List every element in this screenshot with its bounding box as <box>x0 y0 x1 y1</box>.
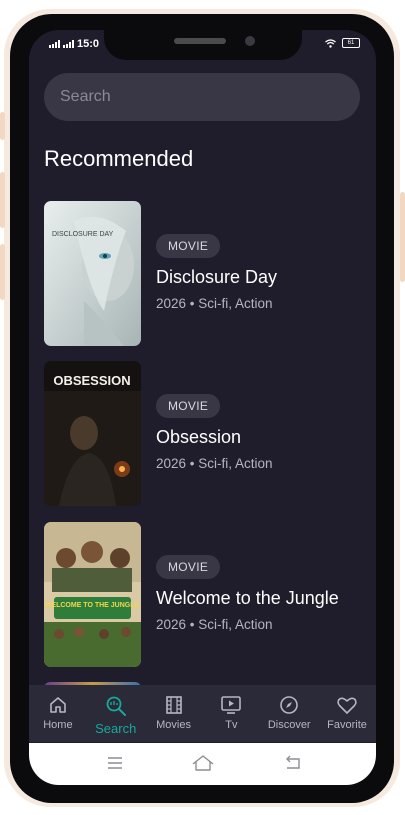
movie-poster[interactable]: OBSESSION <box>44 361 141 506</box>
back-icon[interactable] <box>283 755 303 771</box>
earpiece-speaker <box>174 38 226 44</box>
bottom-navigation: Home Search Movies Tv Discover Favorite <box>29 685 376 742</box>
type-badge: MOVIE <box>156 394 221 418</box>
app-screen: 15:0 61 Search Recommended DISCLOSURE DA… <box>29 30 376 785</box>
camera-notch <box>104 30 302 60</box>
home-icon <box>50 697 66 713</box>
search-input[interactable]: Search <box>44 73 360 121</box>
tv-icon <box>221 696 242 714</box>
type-badge: MOVIE <box>156 555 221 579</box>
power-button <box>400 192 405 282</box>
movie-meta: 2026 • Sci-fi, Action <box>156 296 273 311</box>
movie-card[interactable]: DISCLOSURE DAY MOVIE Disclosure Day 2026… <box>44 201 364 347</box>
recents-icon[interactable] <box>107 756 123 770</box>
movie-meta: 2026 • Sci-fi, Action <box>156 456 273 471</box>
section-title: Recommended <box>44 146 194 171</box>
movie-poster[interactable]: DISCLOSURE DAY <box>44 201 141 346</box>
movie-meta: 2026 • Sci-fi, Action <box>156 617 273 632</box>
poster-title-text: DISCLOSURE DAY <box>52 231 114 238</box>
movie-poster[interactable]: WELCOME TO THE JUNGLE <box>44 522 141 667</box>
status-bar-right: 61 <box>325 38 360 48</box>
system-navigation-bar <box>29 743 376 785</box>
front-camera <box>245 36 255 46</box>
battery-icon: 61 <box>342 38 360 48</box>
nav-label: Movies <box>156 719 191 731</box>
movie-card[interactable]: WELCOME TO THE JUNGLE MOVIE Welcome to t… <box>44 522 364 668</box>
nav-discover[interactable]: Discover <box>261 685 318 731</box>
nav-label: Favorite <box>327 719 367 731</box>
side-button <box>0 244 5 300</box>
film-icon <box>165 696 182 714</box>
nav-favorite[interactable]: Favorite <box>319 685 376 731</box>
search-icon <box>106 696 126 716</box>
nav-label: Home <box>43 719 73 731</box>
nav-label: Tv <box>225 719 238 731</box>
wifi-icon <box>325 38 336 48</box>
nav-home[interactable]: Home <box>29 685 86 731</box>
type-badge: MOVIE <box>156 234 221 258</box>
signal-icon <box>49 40 60 48</box>
movie-title[interactable]: Disclosure Day <box>156 267 277 288</box>
home-button-icon[interactable] <box>191 754 215 772</box>
side-button <box>0 112 5 140</box>
poster-title-text: WELCOME TO THE JUNGLE <box>45 602 140 609</box>
nav-label: Search <box>95 721 137 736</box>
side-button <box>0 172 5 228</box>
movie-title[interactable]: Obsession <box>156 427 241 448</box>
status-bar-left: 15:0 <box>49 38 99 50</box>
compass-icon <box>280 696 299 714</box>
heart-icon <box>337 697 357 714</box>
nav-tv[interactable]: Tv <box>203 685 260 731</box>
poster-title-text: OBSESSION <box>53 373 130 388</box>
movie-card[interactable]: OBSESSION MOVIE Obsession 2026 • Sci-fi,… <box>44 361 364 507</box>
movie-title[interactable]: Welcome to the Jungle <box>156 588 339 609</box>
signal-icon <box>63 40 74 48</box>
nav-label: Discover <box>267 719 311 731</box>
nav-movies[interactable]: Movies <box>145 685 202 731</box>
nav-search[interactable]: Search <box>87 685 144 736</box>
status-time: 15:0 <box>77 38 100 50</box>
